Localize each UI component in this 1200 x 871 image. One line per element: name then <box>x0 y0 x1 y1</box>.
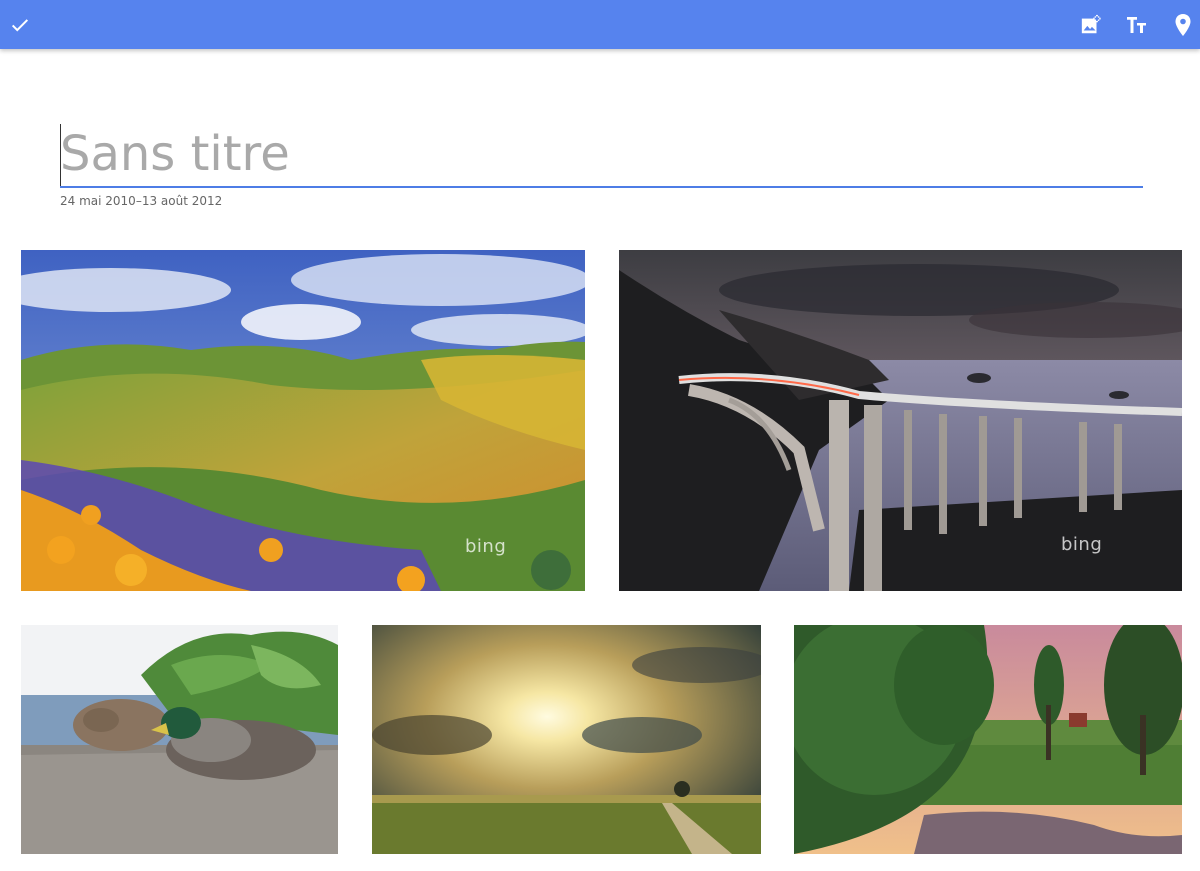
bing-watermark: bing <box>1061 534 1103 555</box>
album-date-range: 24 mai 2010–13 août 2012 <box>60 194 223 208</box>
photo-ducks[interactable] <box>21 625 338 854</box>
album-title-input[interactable] <box>60 122 1143 186</box>
bing-watermark: bing <box>465 536 507 557</box>
photo-forest-creek[interactable] <box>794 625 1182 854</box>
add-photo-button[interactable] <box>1073 7 1109 43</box>
location-button[interactable] <box>1165 7 1200 43</box>
photo-sun-rays[interactable] <box>372 625 761 854</box>
location-pin-icon <box>1173 13 1193 37</box>
text-size-button[interactable] <box>1119 7 1155 43</box>
text-caret <box>60 124 61 186</box>
text-size-icon <box>1125 14 1149 36</box>
photo-wildflower-hills[interactable]: bing <box>21 250 585 591</box>
photo-coastal-bridge[interactable]: bing <box>619 250 1182 591</box>
app-toolbar <box>0 0 1200 49</box>
check-icon <box>9 14 31 36</box>
album-title-field[interactable] <box>60 122 1143 188</box>
add-photo-icon <box>1080 14 1102 36</box>
done-button[interactable] <box>2 7 38 43</box>
